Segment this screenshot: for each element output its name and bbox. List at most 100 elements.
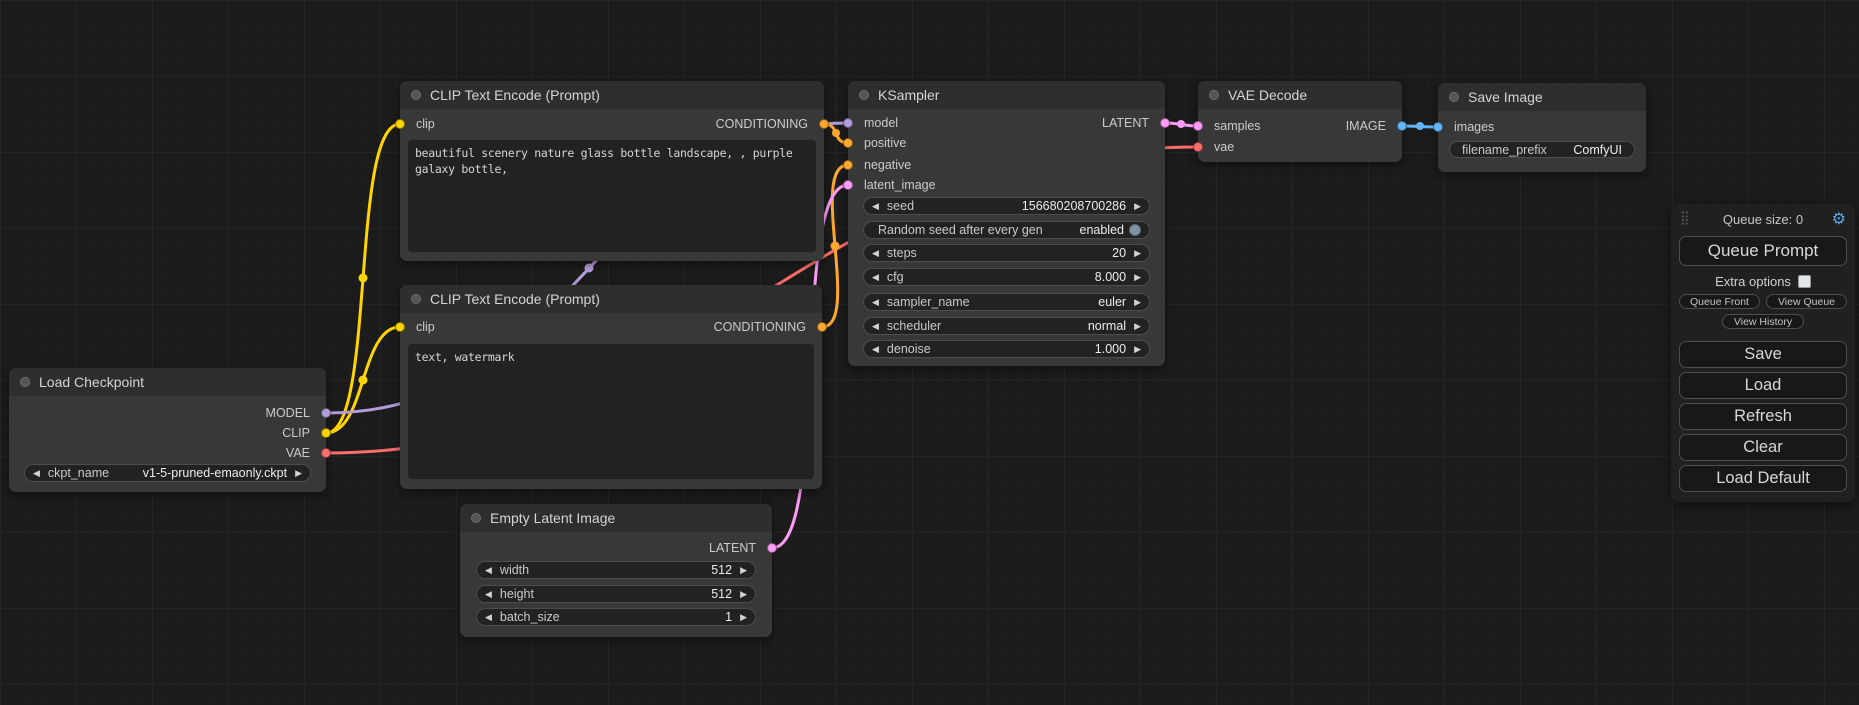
node-title-bar[interactable]: KSampler [848,81,1165,109]
widget-denoise[interactable]: ◀ denoise 1.000 ▶ [863,340,1150,358]
output-label-conditioning: CONDITIONING [716,117,808,132]
node-clip-text-encode-positive[interactable]: CLIP Text Encode (Prompt) clip CONDITION… [400,81,824,261]
arrow-right-icon[interactable]: ▶ [1134,298,1141,307]
input-port-vae[interactable] [1193,142,1203,152]
prompt-textarea[interactable]: beautiful scenery nature glass bottle la… [408,140,816,252]
view-history-button[interactable]: View History [1722,314,1804,329]
queue-prompt-button[interactable]: Queue Prompt [1679,236,1847,266]
node-clip-text-encode-negative[interactable]: CLIP Text Encode (Prompt) clip CONDITION… [400,285,822,489]
arrow-left-icon[interactable]: ◀ [485,590,492,599]
node-save-image[interactable]: Save Image images filename_prefix ComfyU… [1438,83,1646,172]
collapse-dot-icon[interactable] [20,377,30,387]
output-port-clip[interactable] [321,428,331,438]
link-midpoint-dot [832,129,840,137]
widget-label: ckpt_name [48,466,109,480]
widget-steps[interactable]: ◀ steps 20 ▶ [863,244,1150,262]
arrow-right-icon[interactable]: ▶ [1134,202,1141,211]
arrow-right-icon[interactable]: ▶ [1134,249,1141,258]
arrow-right-icon[interactable]: ▶ [740,613,747,622]
link-midpoint-dot [359,376,368,385]
input-port-negative[interactable] [843,160,853,170]
node-empty-latent-image[interactable]: Empty Latent Image LATENT ◀ width 512 ▶ … [460,504,772,637]
collapse-dot-icon[interactable] [1209,90,1219,100]
output-port-model[interactable] [321,408,331,418]
arrow-left-icon[interactable]: ◀ [872,202,879,211]
widget-label: batch_size [500,610,560,624]
node-title-bar[interactable]: Save Image [1438,83,1646,111]
output-port-vae[interactable] [321,448,331,458]
arrow-right-icon[interactable]: ▶ [295,469,302,478]
node-title-bar[interactable]: CLIP Text Encode (Prompt) [400,285,822,313]
arrow-right-icon[interactable]: ▶ [740,566,747,575]
collapse-dot-icon[interactable] [411,294,421,304]
widget-width[interactable]: ◀ width 512 ▶ [476,561,756,579]
refresh-button[interactable]: Refresh [1679,403,1847,430]
input-label-vae: vae [1214,140,1234,155]
widget-height[interactable]: ◀ height 512 ▶ [476,585,756,603]
output-port-latent[interactable] [1160,118,1170,128]
node-title-bar[interactable]: CLIP Text Encode (Prompt) [400,81,824,109]
output-label-model: MODEL [266,406,310,421]
arrow-right-icon[interactable]: ▶ [740,590,747,599]
widget-batch-size[interactable]: ◀ batch_size 1 ▶ [476,608,756,626]
arrow-right-icon[interactable]: ▶ [1134,273,1141,282]
view-queue-button[interactable]: View Queue [1766,294,1847,309]
widget-sampler-name[interactable]: ◀ sampler_name euler ▶ [863,293,1150,311]
prompt-textarea[interactable]: text, watermark [408,344,814,479]
toggle-knob-icon[interactable] [1129,224,1141,236]
node-title-bar[interactable]: Empty Latent Image [460,504,772,532]
output-port-latent[interactable] [767,543,777,553]
node-title-bar[interactable]: Load Checkpoint [9,368,326,396]
arrow-left-icon[interactable]: ◀ [33,469,40,478]
input-label-clip: clip [416,117,435,132]
widget-seed[interactable]: ◀ seed 156680208700286 ▶ [863,197,1150,215]
save-button[interactable]: Save [1679,341,1847,368]
arrow-left-icon[interactable]: ◀ [485,566,492,575]
widget-random-seed-toggle[interactable]: Random seed after every gen enabled [863,221,1150,239]
widget-filename-prefix[interactable]: filename_prefix ComfyUI [1449,141,1635,158]
load-button[interactable]: Load [1679,372,1847,399]
link-midpoint-dot [359,274,368,283]
node-title: Load Checkpoint [39,374,144,390]
input-port-latent-image[interactable] [843,180,853,190]
input-port-images[interactable] [1433,122,1443,132]
widget-scheduler[interactable]: ◀ scheduler normal ▶ [863,317,1150,335]
widget-ckpt-name[interactable]: ◀ ckpt_name v1-5-pruned-emaonly.ckpt ▶ [24,464,311,482]
extra-options-checkbox[interactable] [1798,275,1811,288]
node-title-bar[interactable]: VAE Decode [1198,81,1402,109]
settings-gear-icon[interactable]: ⚙ [1832,209,1846,229]
arrow-left-icon[interactable]: ◀ [872,298,879,307]
collapse-dot-icon[interactable] [859,90,869,100]
widget-value: 8.000 [912,270,1126,284]
output-port-conditioning[interactable] [819,119,829,129]
input-port-positive[interactable] [843,138,853,148]
input-port-clip[interactable] [395,119,405,129]
arrow-right-icon[interactable]: ▶ [1134,322,1141,331]
arrow-left-icon[interactable]: ◀ [872,345,879,354]
clear-button[interactable]: Clear [1679,434,1847,461]
widget-value: 1.000 [939,342,1126,356]
output-port-image[interactable] [1397,121,1407,131]
queue-front-button[interactable]: Queue Front [1679,294,1760,309]
node-title: VAE Decode [1228,87,1307,103]
arrow-left-icon[interactable]: ◀ [872,249,879,258]
node-ksampler[interactable]: KSampler model positive negative latent_… [848,81,1165,366]
node-load-checkpoint[interactable]: Load Checkpoint MODEL CLIP VAE ◀ ckpt_na… [9,368,326,492]
input-port-samples[interactable] [1193,121,1203,131]
arrow-left-icon[interactable]: ◀ [872,322,879,331]
node-title: KSampler [878,87,939,103]
arrow-left-icon[interactable]: ◀ [872,273,879,282]
collapse-dot-icon[interactable] [411,90,421,100]
collapse-dot-icon[interactable] [1449,92,1459,102]
widget-cfg[interactable]: ◀ cfg 8.000 ▶ [863,268,1150,286]
widget-value: euler [978,295,1126,309]
load-default-button[interactable]: Load Default [1679,465,1847,492]
arrow-right-icon[interactable]: ▶ [1134,345,1141,354]
collapse-dot-icon[interactable] [471,513,481,523]
arrow-left-icon[interactable]: ◀ [485,613,492,622]
input-port-model[interactable] [843,118,853,128]
output-port-conditioning[interactable] [817,322,827,332]
input-port-clip[interactable] [395,322,405,332]
queue-size-label: Queue size: 0 [1671,212,1855,227]
node-vae-decode[interactable]: VAE Decode samples vae IMAGE [1198,81,1402,162]
